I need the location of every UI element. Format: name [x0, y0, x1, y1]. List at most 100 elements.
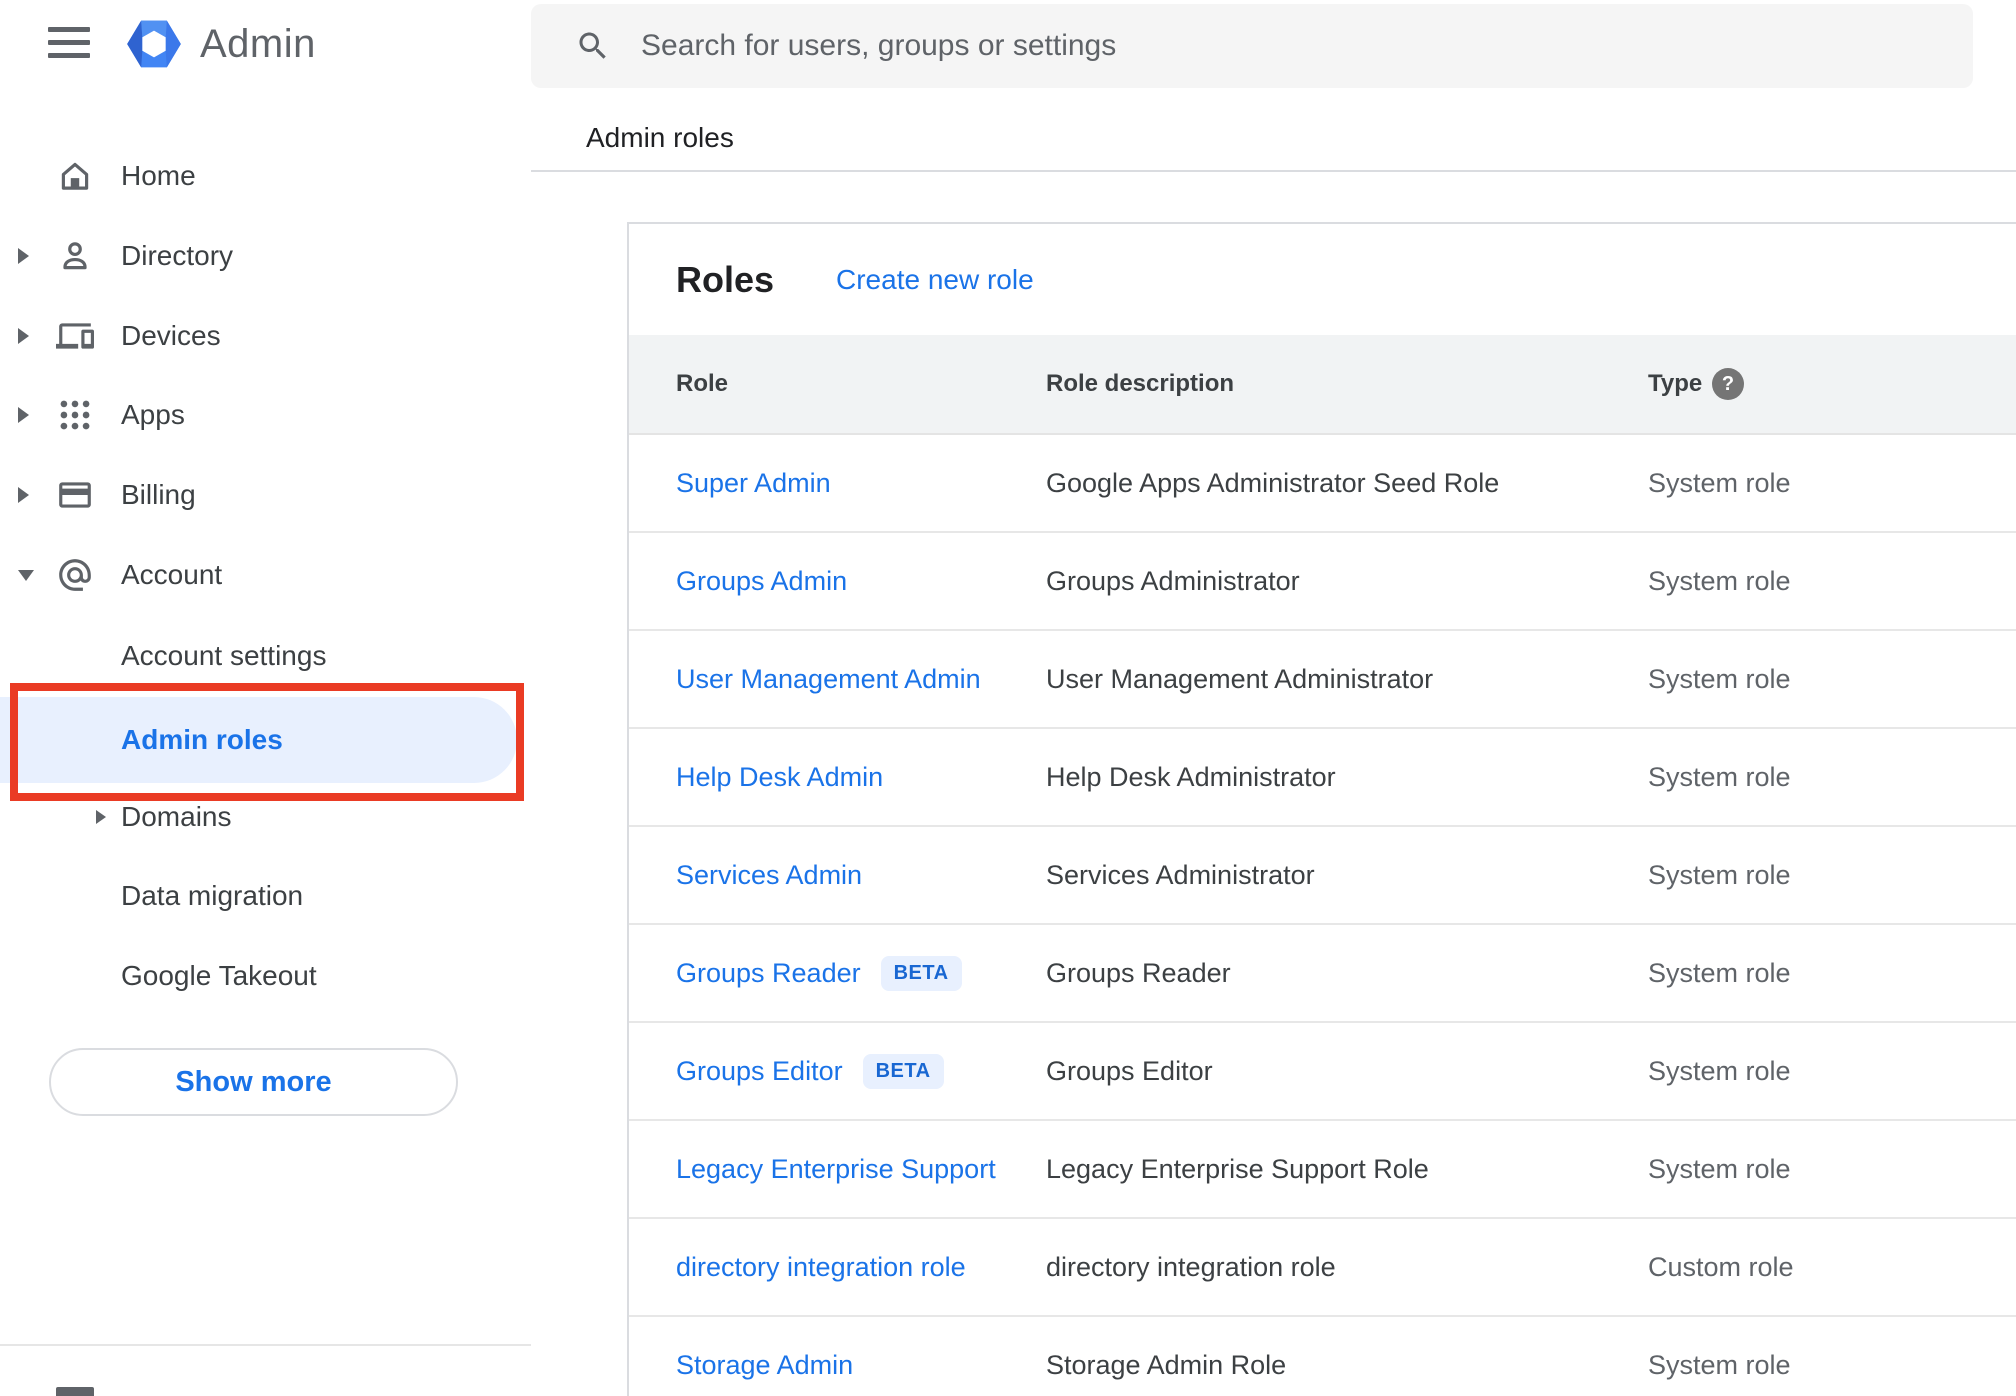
sidebar-item-account-settings[interactable]: Account settings: [0, 616, 531, 696]
admin-logo-icon: [125, 16, 183, 72]
credit-card-icon: [56, 476, 94, 514]
table-row: Help Desk Admin Help Desk Administrator …: [629, 729, 2016, 827]
hamburger-bar: [48, 53, 90, 58]
role-type: System role: [1648, 467, 1791, 498]
sidebar-item-domains[interactable]: Domains: [0, 779, 531, 855]
role-link[interactable]: Groups Reader: [676, 958, 861, 989]
role-link[interactable]: directory integration role: [676, 1252, 966, 1283]
role-description: Groups Administrator: [1046, 565, 1300, 596]
chevron-right-icon: [18, 485, 32, 505]
table-row: Storage Admin Storage Admin Role System …: [629, 1317, 2016, 1396]
sidebar-item-billing[interactable]: Billing: [0, 455, 531, 535]
sidebar-item-label: Devices: [121, 320, 221, 351]
chevron-down-icon: [18, 565, 34, 585]
role-link[interactable]: Groups Editor: [676, 1056, 843, 1087]
table-row: User Management Admin User Management Ad…: [629, 631, 2016, 729]
role-type: System role: [1648, 1055, 1791, 1086]
sidebar-item-label: Directory: [121, 240, 234, 271]
sidebar-item-apps[interactable]: Apps: [0, 375, 531, 455]
home-icon: [56, 157, 94, 195]
at-sign-icon: [56, 556, 94, 594]
role-link[interactable]: Legacy Enterprise Support: [676, 1154, 996, 1185]
sidebar-item-label: Home: [121, 160, 196, 191]
devices-icon: [56, 317, 94, 355]
show-more-button[interactable]: Show more: [49, 1048, 458, 1116]
table-row: directory integration role directory int…: [629, 1219, 2016, 1317]
partial-bottom-icon: [56, 1387, 94, 1396]
chevron-right-icon: [18, 405, 32, 425]
apps-grid-icon: [56, 396, 94, 434]
chevron-right-icon: [18, 246, 32, 266]
beta-badge: BETA: [880, 955, 962, 991]
google-admin-console: Admin Home Directory Devices Apps Billin…: [0, 0, 2016, 1396]
role-link[interactable]: User Management Admin: [676, 664, 981, 695]
hamburger-bar: [48, 27, 90, 32]
sidebar-item-admin-roles-active[interactable]: Admin roles: [0, 697, 517, 783]
table-row: Super Admin Google Apps Administrator Se…: [629, 435, 2016, 533]
breadcrumb: Admin roles: [586, 122, 734, 153]
sidebar-item-directory[interactable]: Directory: [0, 216, 531, 296]
search-icon: [575, 28, 611, 64]
sidebar-item-devices[interactable]: Devices: [0, 296, 531, 376]
beta-badge: BETA: [862, 1053, 944, 1089]
sidebar: Admin Home Directory Devices Apps Billin…: [0, 0, 531, 1396]
search-input[interactable]: [641, 4, 1941, 88]
sidebar-item-label: Google Takeout: [121, 960, 317, 991]
column-header-description: Role description: [1046, 370, 1235, 397]
role-description: User Management Administrator: [1046, 663, 1434, 694]
person-icon: [56, 237, 94, 275]
sidebar-item-label: Domains: [121, 801, 232, 832]
role-type: System role: [1648, 761, 1791, 792]
table-row: Groups Admin Groups Administrator System…: [629, 533, 2016, 631]
role-description: Groups Editor: [1046, 1055, 1213, 1086]
hamburger-menu-button[interactable]: [48, 27, 90, 58]
role-description: Help Desk Administrator: [1046, 761, 1336, 792]
role-link[interactable]: Groups Admin: [676, 566, 847, 597]
create-new-role-link[interactable]: Create new role: [836, 224, 1034, 335]
table-row: Groups Reader BETA Groups Reader System …: [629, 925, 2016, 1023]
sidebar-item-data-migration[interactable]: Data migration: [0, 856, 531, 936]
sidebar-item-label: Account settings: [121, 640, 327, 671]
role-type: System role: [1648, 1349, 1791, 1380]
role-type: System role: [1648, 957, 1791, 988]
column-header-role: Role: [676, 370, 729, 397]
table-row: Groups Editor BETA Groups Editor System …: [629, 1023, 2016, 1121]
content-divider: [531, 170, 2016, 172]
sidebar-item-label: Billing: [121, 479, 196, 510]
role-type: Custom role: [1648, 1251, 1794, 1282]
role-link[interactable]: Help Desk Admin: [676, 762, 883, 793]
sidebar-divider: [0, 1344, 531, 1346]
role-link[interactable]: Storage Admin: [676, 1350, 853, 1381]
role-description: directory integration role: [1046, 1251, 1336, 1282]
role-description: Storage Admin Role: [1046, 1349, 1287, 1380]
hamburger-bar: [48, 40, 90, 45]
role-description: Google Apps Administrator Seed Role: [1046, 467, 1500, 498]
role-description: Services Administrator: [1046, 859, 1315, 890]
sidebar-item-label: Admin roles: [121, 724, 283, 755]
role-type: System role: [1648, 565, 1791, 596]
role-type: System role: [1648, 859, 1791, 890]
role-type: System role: [1648, 1153, 1791, 1184]
sidebar-item-label: Apps: [121, 399, 185, 430]
sidebar-item-account[interactable]: Account: [0, 535, 531, 615]
role-link[interactable]: Super Admin: [676, 468, 831, 499]
column-header-type: Type: [1648, 370, 1703, 397]
table-row: Legacy Enterprise Support Legacy Enterpr…: [629, 1121, 2016, 1219]
sidebar-item-home[interactable]: Home: [0, 136, 531, 216]
role-description: Legacy Enterprise Support Role: [1046, 1153, 1429, 1184]
chevron-right-icon: [96, 807, 110, 827]
app-title: Admin: [200, 22, 316, 66]
role-link[interactable]: Services Admin: [676, 860, 862, 891]
sidebar-item-google-takeout[interactable]: Google Takeout: [0, 936, 531, 1016]
table-row: Services Admin Services Administrator Sy…: [629, 827, 2016, 925]
roles-card: Roles Create new role Role Role descript…: [627, 222, 2016, 1396]
sidebar-item-label: Account: [121, 559, 223, 590]
role-description: Groups Reader: [1046, 957, 1231, 988]
page-title: Roles: [676, 259, 775, 300]
chevron-right-icon: [18, 326, 32, 346]
role-type: System role: [1648, 663, 1791, 694]
search-bar[interactable]: [531, 4, 1973, 88]
table-header-row: Role Role description Type ?: [629, 335, 2016, 435]
sidebar-item-label: Data migration: [121, 880, 304, 911]
help-icon[interactable]: ?: [1712, 368, 1744, 400]
